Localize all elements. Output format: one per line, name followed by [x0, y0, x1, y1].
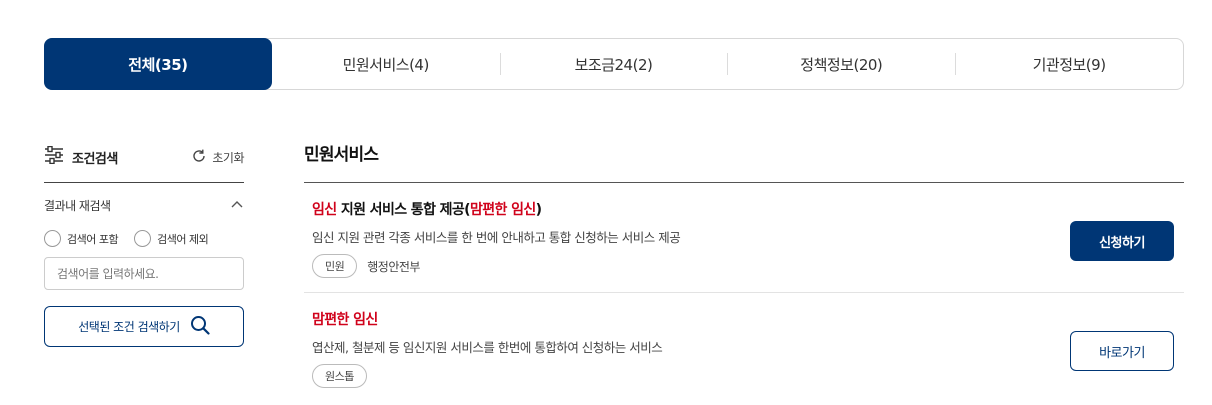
reset-label: 초기화 [212, 150, 244, 165]
result-item: 임신 지원 서비스 통합 제공(맘편한 임신) 임신 지원 관련 각종 서비스를… [304, 183, 1184, 293]
search-mode-radios: 검색어 포함 검색어 제외 [44, 230, 244, 247]
tab-civil-services[interactable]: 민원서비스(4) [272, 39, 500, 89]
result-title[interactable]: 임신 지원 서비스 통합 제공(맘편한 임신) [312, 199, 1176, 219]
category-badge: 원스톱 [312, 364, 367, 388]
search-button-label: 선택된 조건 검색하기 [78, 320, 180, 334]
filter-divider [44, 182, 244, 183]
filter-title: 조건검색 [44, 145, 118, 168]
filter-title-text: 조건검색 [72, 151, 118, 167]
radio-circle[interactable] [44, 230, 61, 247]
radio-exclude-keyword[interactable]: 검색어 제외 [134, 230, 209, 247]
section-title: 민원서비스 [304, 145, 379, 165]
tab-all[interactable]: 전체(35) [44, 38, 272, 90]
tab-policy-info[interactable]: 정책정보(20) [727, 39, 955, 89]
filter-sliders-icon [44, 145, 64, 168]
refine-search-toggle[interactable]: 결과내 재검색 [44, 197, 244, 214]
search-icon [190, 315, 210, 338]
title-text-end: ) [535, 202, 542, 218]
category-badge: 민원 [312, 254, 358, 278]
reset-button[interactable]: 초기화 [191, 148, 244, 167]
refresh-icon [191, 148, 207, 167]
result-meta: 민원 행정안전부 [312, 254, 1176, 278]
title-highlight: 맘편한 임신 [469, 202, 536, 218]
radio-circle[interactable] [134, 230, 152, 247]
result-meta: 원스톱 [312, 364, 1176, 388]
tab-subsidy24[interactable]: 보조금24(2) [499, 39, 728, 89]
result-item: 맘편한 임신 엽산제, 철분제 등 임신지원 서비스를 한번에 통합하여 신청하… [304, 293, 1184, 402]
tab-agency-info[interactable]: 기관정보(9) [955, 39, 1183, 89]
apply-button[interactable]: 신청하기 [1070, 221, 1174, 261]
title-highlight: 임신 [312, 202, 337, 218]
filter-header: 조건검색 초기화 [44, 140, 244, 174]
title-text: 지원 서비스 통합 제공( [336, 202, 471, 218]
agency-name: 행정안전부 [367, 259, 420, 274]
radio-exclude-label: 검색어 제외 [157, 232, 209, 246]
radio-include-keyword[interactable]: 검색어 포함 [44, 230, 119, 247]
filter-sidebar: 조건검색 초기화 결과내 재검색 검색어 포함 검색어 제외 검색어를 입력하세… [44, 140, 244, 347]
title-highlight: 맘편한 임신 [312, 312, 378, 328]
search-selected-conditions-button[interactable]: 선택된 조건 검색하기 [44, 306, 244, 347]
refine-search-input[interactable] [44, 257, 244, 290]
category-tabs: 전체(35) 민원서비스(4) 보조금24(2) 정책정보(20) 기관정보(9… [44, 38, 1184, 90]
result-description: 엽산제, 철분제 등 임신지원 서비스를 한번에 통합하여 신청하는 서비스 [312, 340, 663, 355]
go-button[interactable]: 바로가기 [1070, 331, 1174, 371]
chevron-up-icon [230, 199, 244, 213]
result-description: 임신 지원 관련 각종 서비스를 한 번에 안내하고 통합 신청하는 서비스 제… [312, 230, 681, 245]
results-section: 민원서비스 임신 지원 서비스 통합 제공(맘편한 임신) 임신 지원 관련 각… [304, 140, 1184, 402]
radio-include-label: 검색어 포함 [67, 232, 119, 246]
refine-search-title: 결과내 재검색 [44, 199, 111, 213]
result-title[interactable]: 맘편한 임신 [312, 309, 1176, 329]
